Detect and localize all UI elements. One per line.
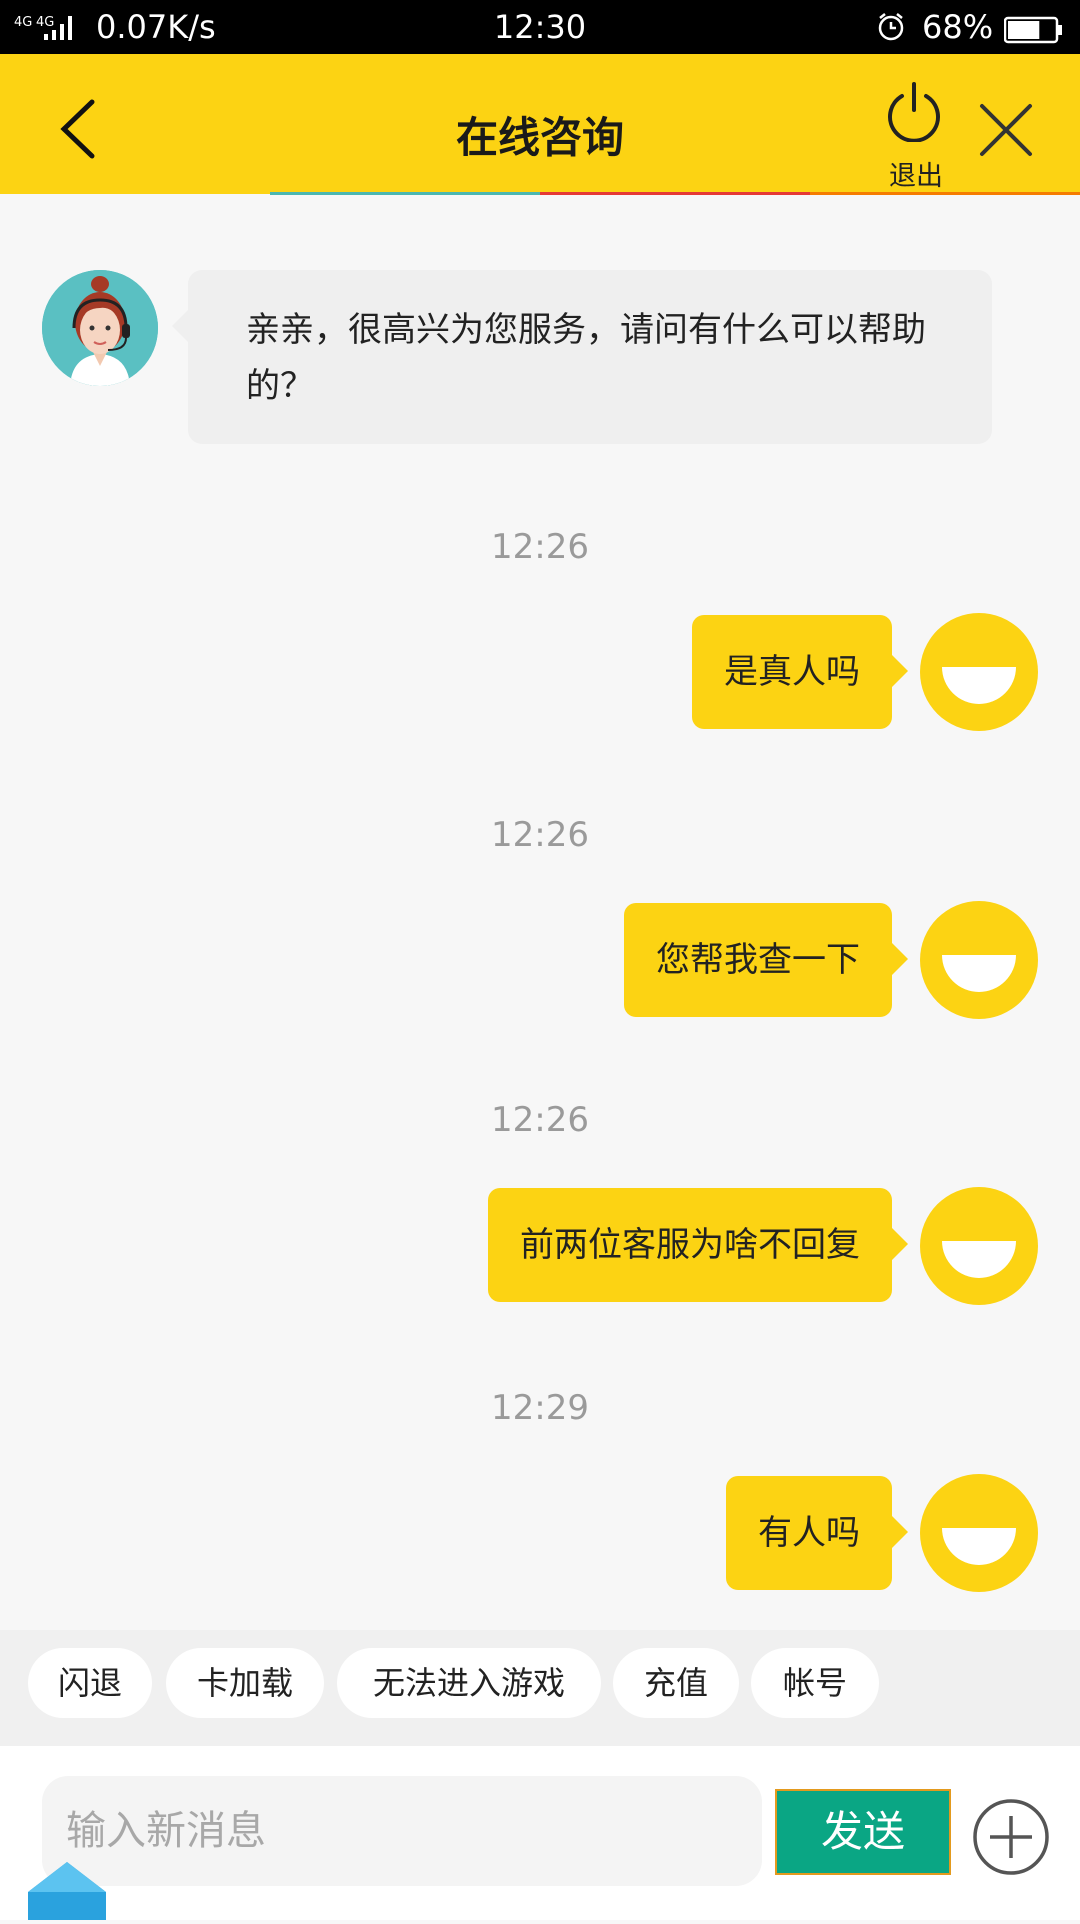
agent-message-bubble: 亲亲，很高兴为您服务，请问有什么可以帮助的？ — [172, 270, 992, 444]
quick-reply-bar: 闪退 卡加载 无法进入游戏 充值 帐号 — [0, 1630, 1080, 1746]
user-message-bubble: 前两位客服为啥不回复 — [488, 1188, 908, 1302]
alarm-icon — [876, 12, 906, 50]
user-avatar-smiley-icon — [920, 613, 1038, 731]
header-accent-lines — [270, 192, 1080, 195]
agent-avatar — [42, 270, 158, 386]
status-bar: 4G 4G 0.07K/s 12:30 68% — [0, 0, 1080, 54]
user-message-bubble: 您帮我查一下 — [624, 903, 908, 1017]
user-message-bubble: 有人吗 — [726, 1476, 908, 1590]
message-timestamp: 12:29 — [491, 1388, 589, 1428]
quick-reply-chip[interactable]: 卡加载 — [166, 1648, 324, 1718]
user-avatar-smiley-icon — [920, 1187, 1038, 1305]
status-time: 12:30 — [493, 8, 587, 46]
app-header: 在线咨询 退出 — [0, 54, 1080, 194]
user-message-bubble: 是真人吗 — [692, 615, 908, 729]
send-button[interactable]: 发送 — [775, 1789, 951, 1875]
quick-reply-chip[interactable]: 充值 — [613, 1648, 739, 1718]
message-timestamp: 12:26 — [491, 527, 589, 567]
message-timestamp: 12:26 — [491, 1100, 589, 1140]
exit-label[interactable]: 退出 — [876, 154, 956, 193]
quick-reply-chip[interactable]: 闪退 — [28, 1648, 152, 1718]
user-avatar-smiley-icon — [920, 901, 1038, 1019]
quick-reply-chip[interactable]: 帐号 — [751, 1648, 879, 1718]
add-plus-icon[interactable] — [972, 1798, 1050, 1876]
battery-icon — [1003, 14, 1064, 52]
battery-percent: 68% — [922, 8, 994, 46]
user-avatar-smiley-icon — [920, 1474, 1038, 1592]
power-icon[interactable] — [884, 82, 944, 143]
floating-arrow-icon[interactable] — [28, 1862, 106, 1920]
close-icon[interactable] — [978, 102, 1034, 158]
message-timestamp: 12:26 — [491, 815, 589, 855]
message-input-bar: 发送 — [0, 1746, 1080, 1920]
quick-reply-chip[interactable]: 无法进入游戏 — [337, 1648, 601, 1718]
message-input[interactable] — [42, 1776, 762, 1886]
